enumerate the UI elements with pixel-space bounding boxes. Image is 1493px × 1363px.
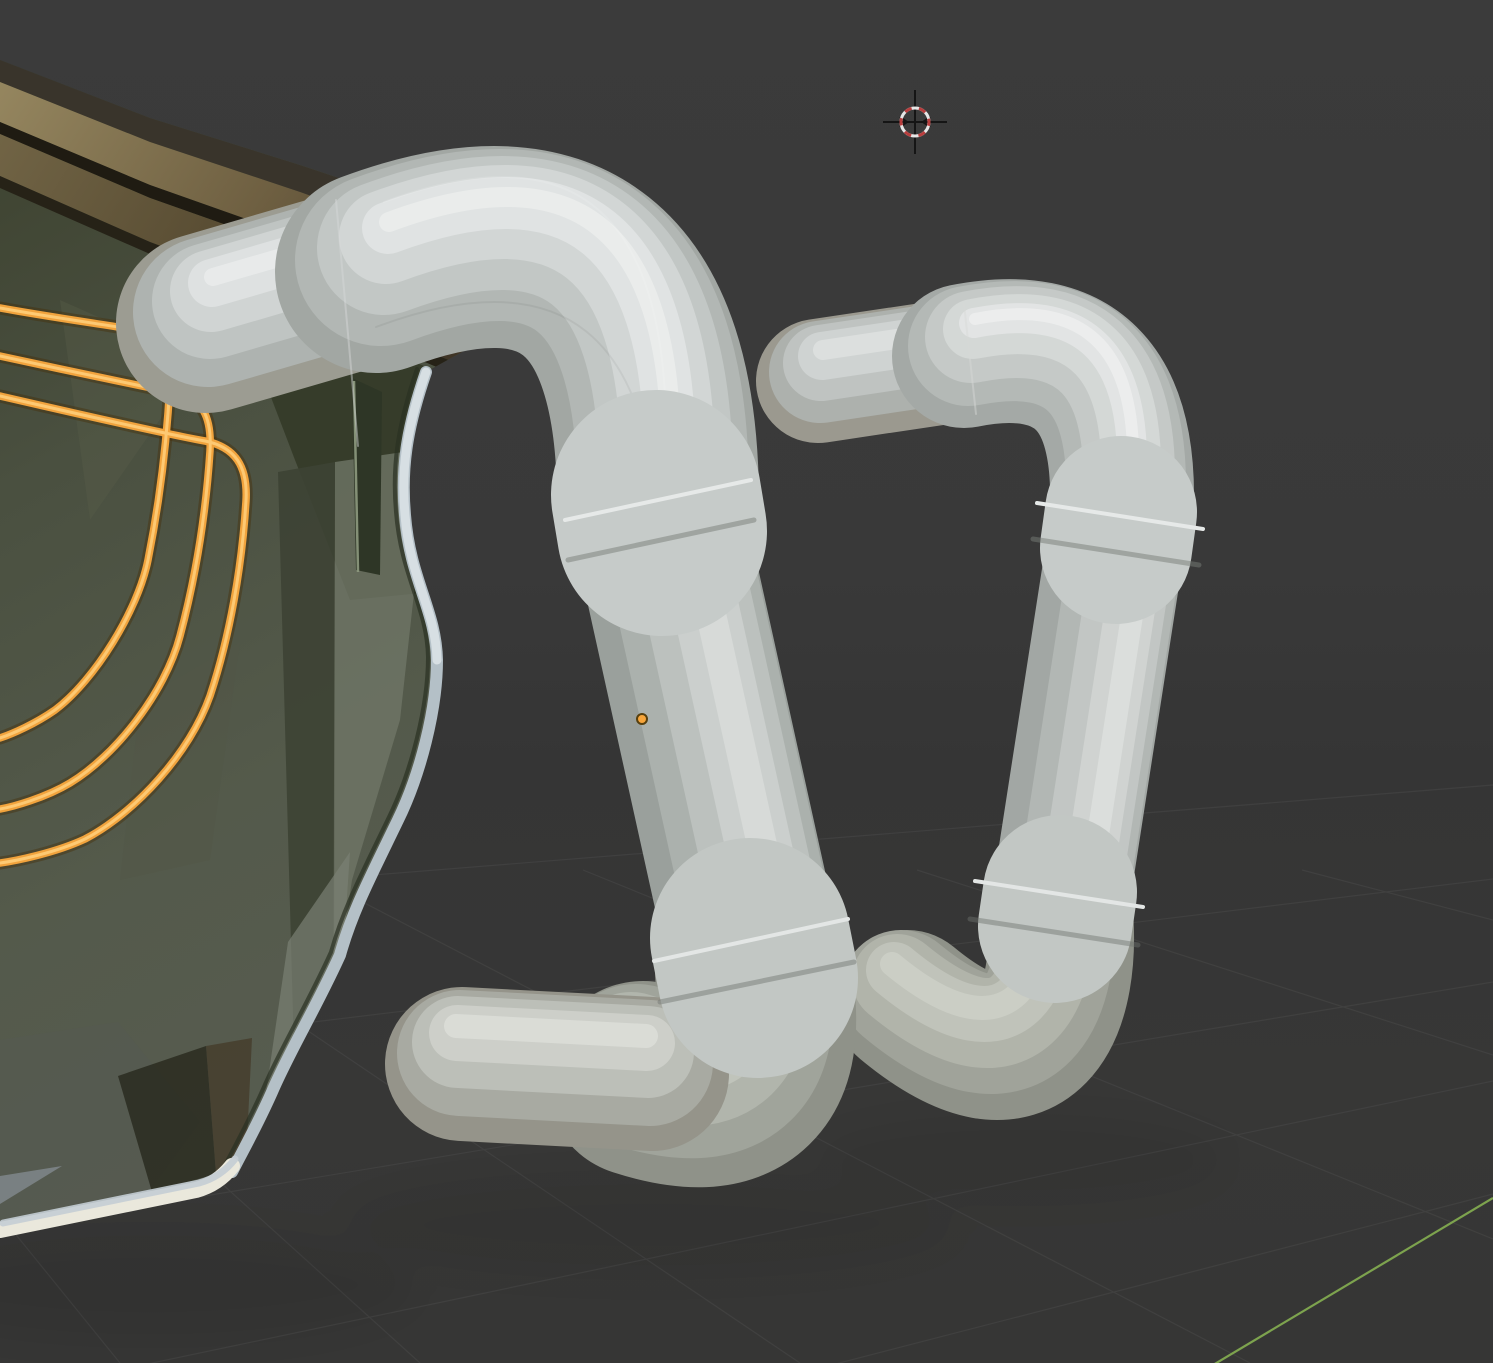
pipe-large-lower-collar [654, 919, 854, 1002]
viewport-canvas[interactable] [0, 0, 1493, 1363]
pipe-small-upper-collar [1033, 503, 1203, 565]
pipe-large-upper-collar [565, 480, 754, 560]
pipe-small-lower-collar [970, 881, 1143, 945]
viewport-3d[interactable] [0, 0, 1493, 1363]
object-origin-dot[interactable] [637, 714, 647, 724]
pipe-large-lower-arm[interactable] [456, 1026, 652, 1074]
